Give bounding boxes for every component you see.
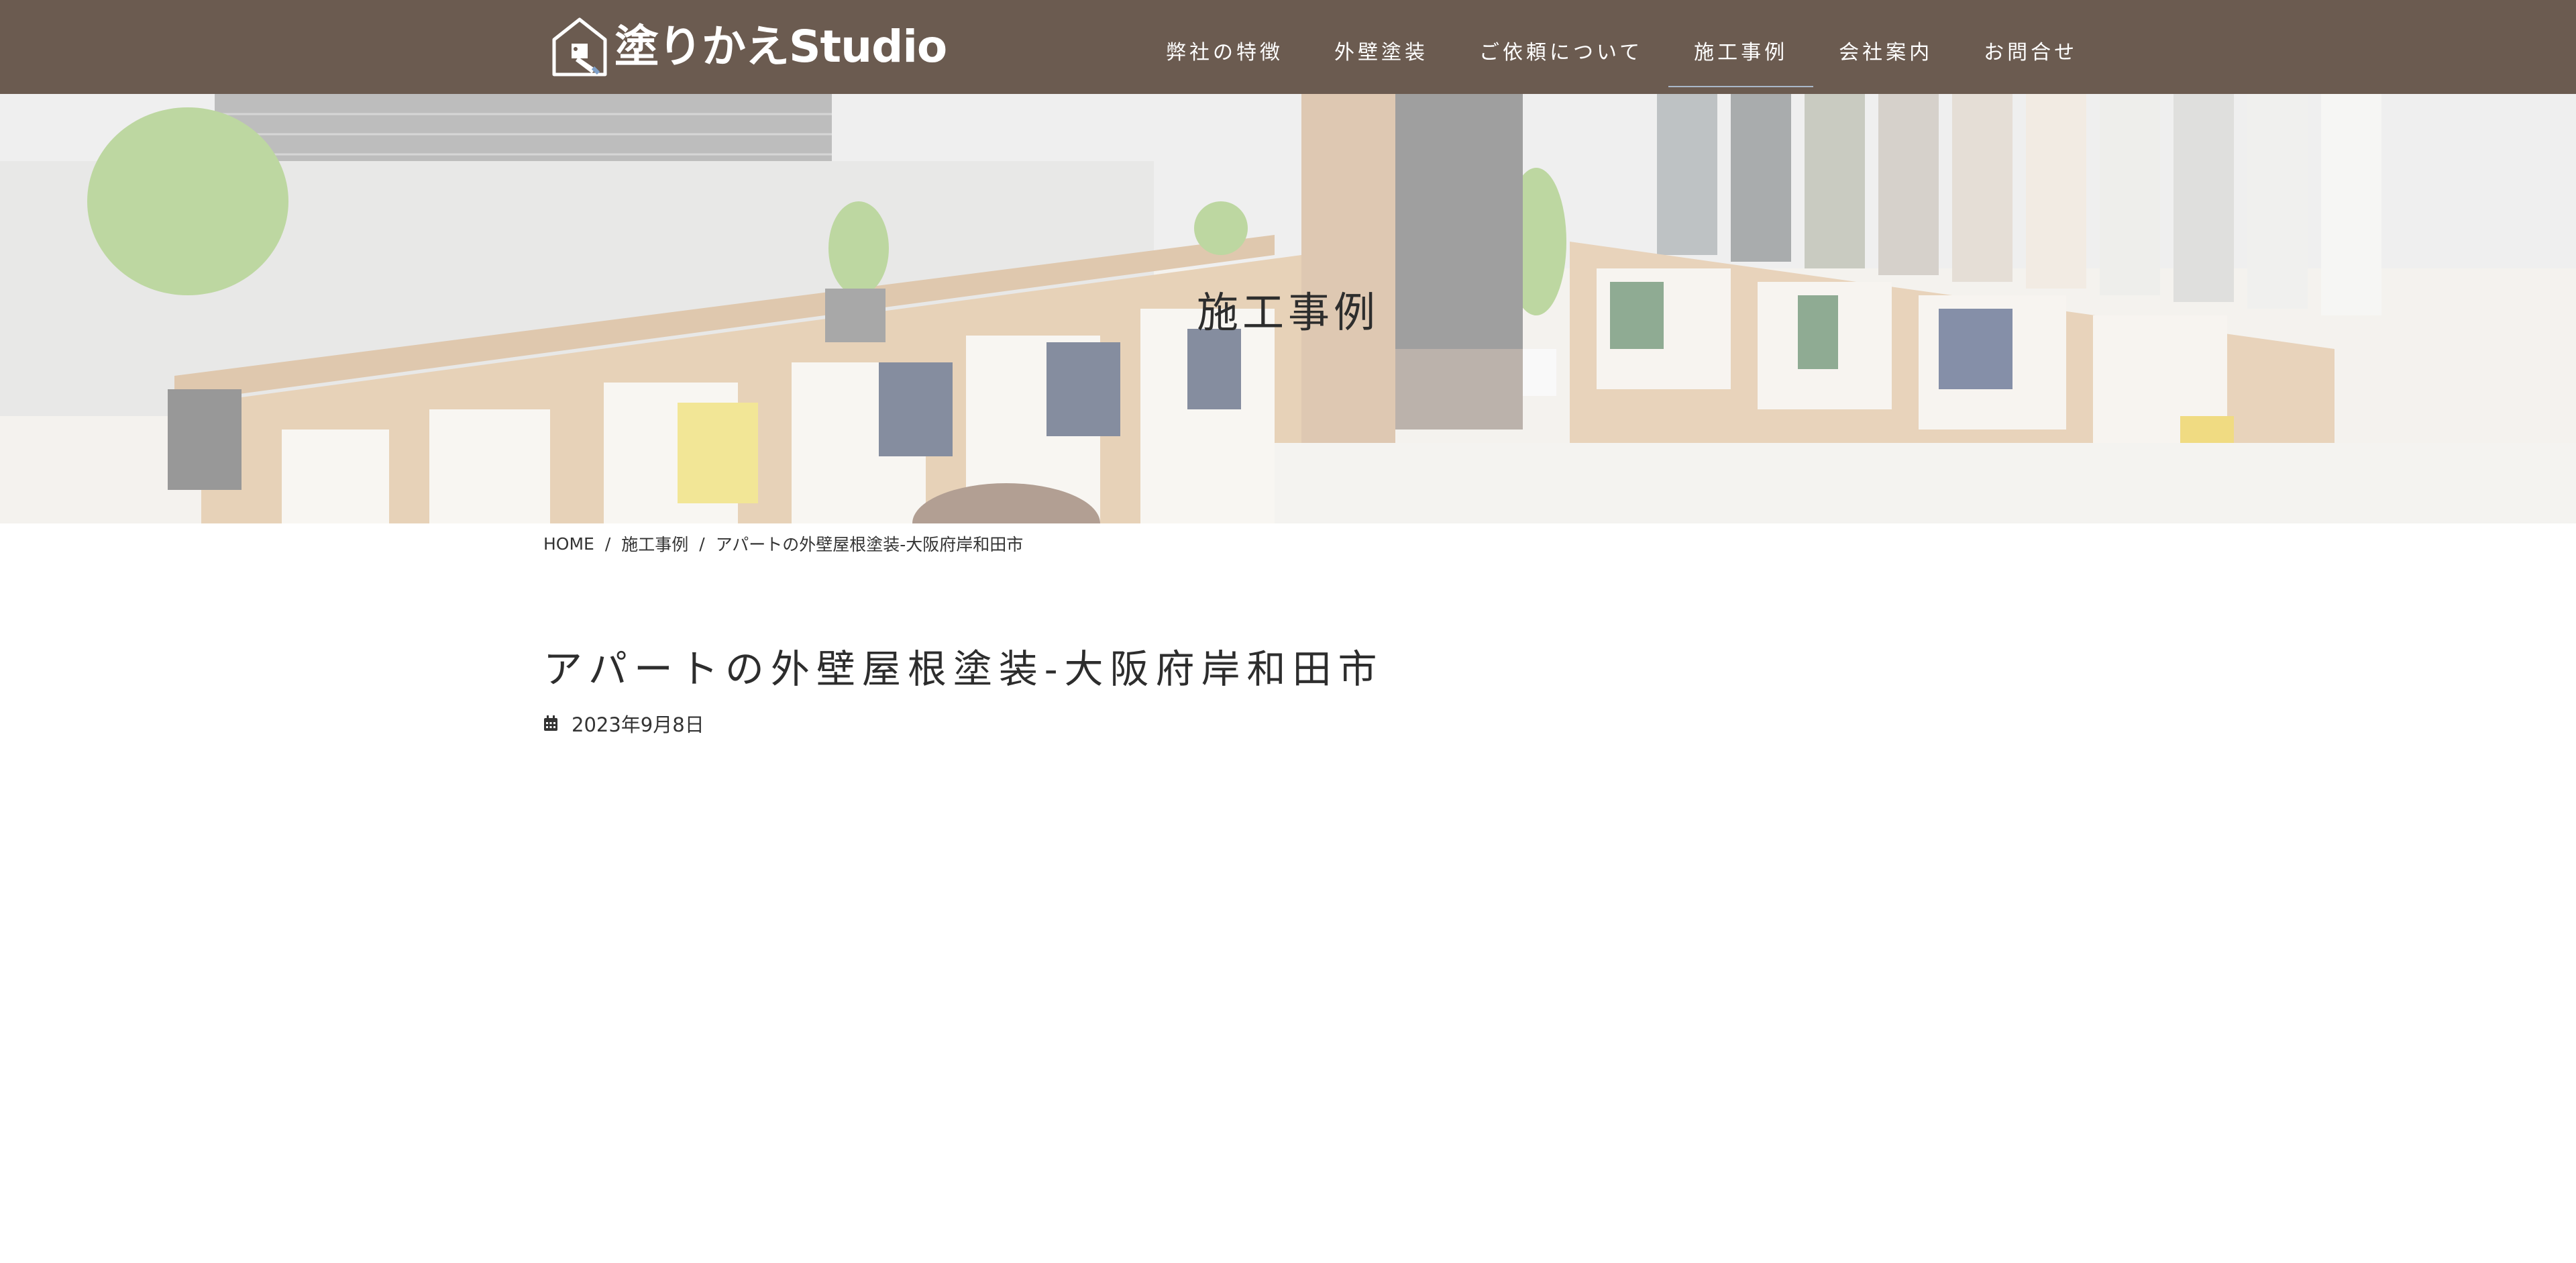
nav-item-works[interactable]: 施工事例 <box>1668 7 1814 87</box>
global-nav: 弊社の特徴 外壁塗装 ご依頼について 施工事例 会社案内 お問合せ <box>1140 0 2103 94</box>
post-meta: 2023年9月8日 <box>543 710 704 737</box>
hero-banner: 施工事例 <box>0 94 2576 523</box>
breadcrumb: HOME / 施工事例 / アパートの外壁屋根塗装-大阪府岸和田市 <box>543 530 1023 557</box>
breadcrumb-separator: / <box>699 534 705 554</box>
nav-item-features[interactable]: 弊社の特徴 <box>1140 7 1309 87</box>
post-title: アパートの外壁屋根塗装-大阪府岸和田市 <box>543 646 1384 692</box>
house-logo-icon <box>552 17 607 77</box>
post-date: 2023年9月8日 <box>572 713 704 736</box>
calendar-icon <box>544 715 557 731</box>
breadcrumb-current: アパートの外壁屋根塗装-大阪府岸和田市 <box>715 535 1024 554</box>
hero-title: 施工事例 <box>1196 288 1379 337</box>
breadcrumb-home-link[interactable]: HOME <box>543 534 594 554</box>
site-header: 塗りかえStudio 弊社の特徴 外壁塗装 ご依頼について 施工事例 会社案内 … <box>0 0 2576 94</box>
site-logo[interactable]: 塗りかえStudio <box>551 16 947 78</box>
logo-text: 塗りかえStudio <box>614 21 947 72</box>
nav-item-exterior-painting[interactable]: 外壁塗装 <box>1309 7 1454 87</box>
breadcrumb-category-link[interactable]: 施工事例 <box>621 532 688 556</box>
nav-item-company[interactable]: 会社案内 <box>1813 7 1958 87</box>
nav-item-request[interactable]: ご依頼について <box>1454 7 1668 87</box>
nav-item-contact[interactable]: お問合せ <box>1958 7 2103 87</box>
breadcrumb-separator: / <box>604 534 611 554</box>
